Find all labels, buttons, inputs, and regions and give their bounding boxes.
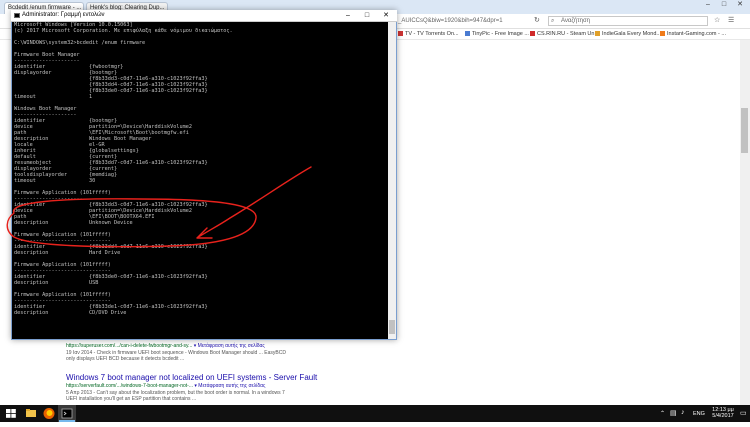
result-title-link[interactable]: Windows 7 boot manager not localized on … [66, 373, 317, 382]
result-url[interactable]: https://superuser.com/.../can-i-delete-f… [66, 343, 265, 349]
result-snippet: only displays UEFI BCD because it detect… [66, 356, 185, 362]
result-snippet: UEFI installation you'll get an ESP part… [66, 396, 197, 402]
firefox-icon[interactable] [40, 405, 58, 422]
page-scrollbar[interactable] [740, 40, 750, 405]
menu-icon[interactable]: ☰ [728, 16, 734, 26]
notification-icon[interactable]: ▭ [740, 409, 747, 417]
console-title: Administrator: Γραμμή εντολών [22, 12, 105, 18]
search-input[interactable]: Αναζήτηση [548, 16, 708, 26]
network-icon[interactable]: ▤ [670, 409, 677, 417]
console-scrollbar[interactable] [388, 22, 396, 339]
taskbar [0, 405, 750, 422]
bookmark-star-icon[interactable]: ☆ [714, 16, 720, 26]
console-maximize-button[interactable]: □ [358, 11, 376, 21]
windows-start-icon[interactable] [2, 405, 20, 422]
address-bar[interactable]: _AUICCsQ&biw=1920&bih=947&dpr=1 [398, 16, 503, 26]
tray-chevron-icon[interactable]: ⌃ [660, 410, 665, 417]
bookmark-favicon-icon [398, 31, 403, 37]
bookmark-favicon-icon [660, 31, 665, 37]
browser-close-button[interactable]: ✕ [732, 0, 748, 10]
volume-icon[interactable]: ♪ [681, 409, 685, 416]
bookmark-favicon-icon [595, 31, 600, 37]
bookmark-tinypic[interactable]: TinyPic - Free Image ... [465, 30, 529, 38]
command-prompt-icon [14, 13, 20, 18]
page-scrollbar-thumb[interactable] [741, 108, 748, 153]
bookmark-instant-gaming[interactable]: Instant-Gaming.com - ... [660, 30, 726, 38]
browser-minimize-button[interactable]: – [700, 0, 716, 10]
browser-maximize-button[interactable]: □ [716, 0, 732, 10]
result-url[interactable]: https://serverfault.com/.../windows-7-bo… [66, 383, 265, 389]
bookmark-cs-rin-ru[interactable]: CS.RIN.RU - Steam Un... [530, 30, 599, 38]
language-indicator[interactable]: ENG [693, 411, 705, 417]
console-close-button[interactable]: ✕ [377, 11, 395, 21]
console-line: description CD/DVD Drive [14, 310, 127, 316]
console-output[interactable]: Microsoft Windows [Version 10.0.15063] (c… [14, 22, 380, 338]
console-minimize-button[interactable]: – [339, 11, 357, 21]
search-icon: ⌕ [551, 18, 555, 24]
console-scrollbar-thumb[interactable] [389, 320, 395, 334]
clock[interactable]: 12:13 μμ 5/4/2017 [708, 407, 738, 419]
bookmark-indiegala[interactable]: IndieGala Every Mond... [595, 30, 661, 38]
bookmark-favicon-icon [465, 31, 470, 37]
file-explorer-icon[interactable] [22, 405, 40, 422]
bookmark-tv-torrents[interactable]: TV - TV Torrents On... [398, 30, 459, 38]
reload-icon[interactable]: ↻ [534, 16, 540, 26]
bookmark-favicon-icon [530, 31, 535, 37]
